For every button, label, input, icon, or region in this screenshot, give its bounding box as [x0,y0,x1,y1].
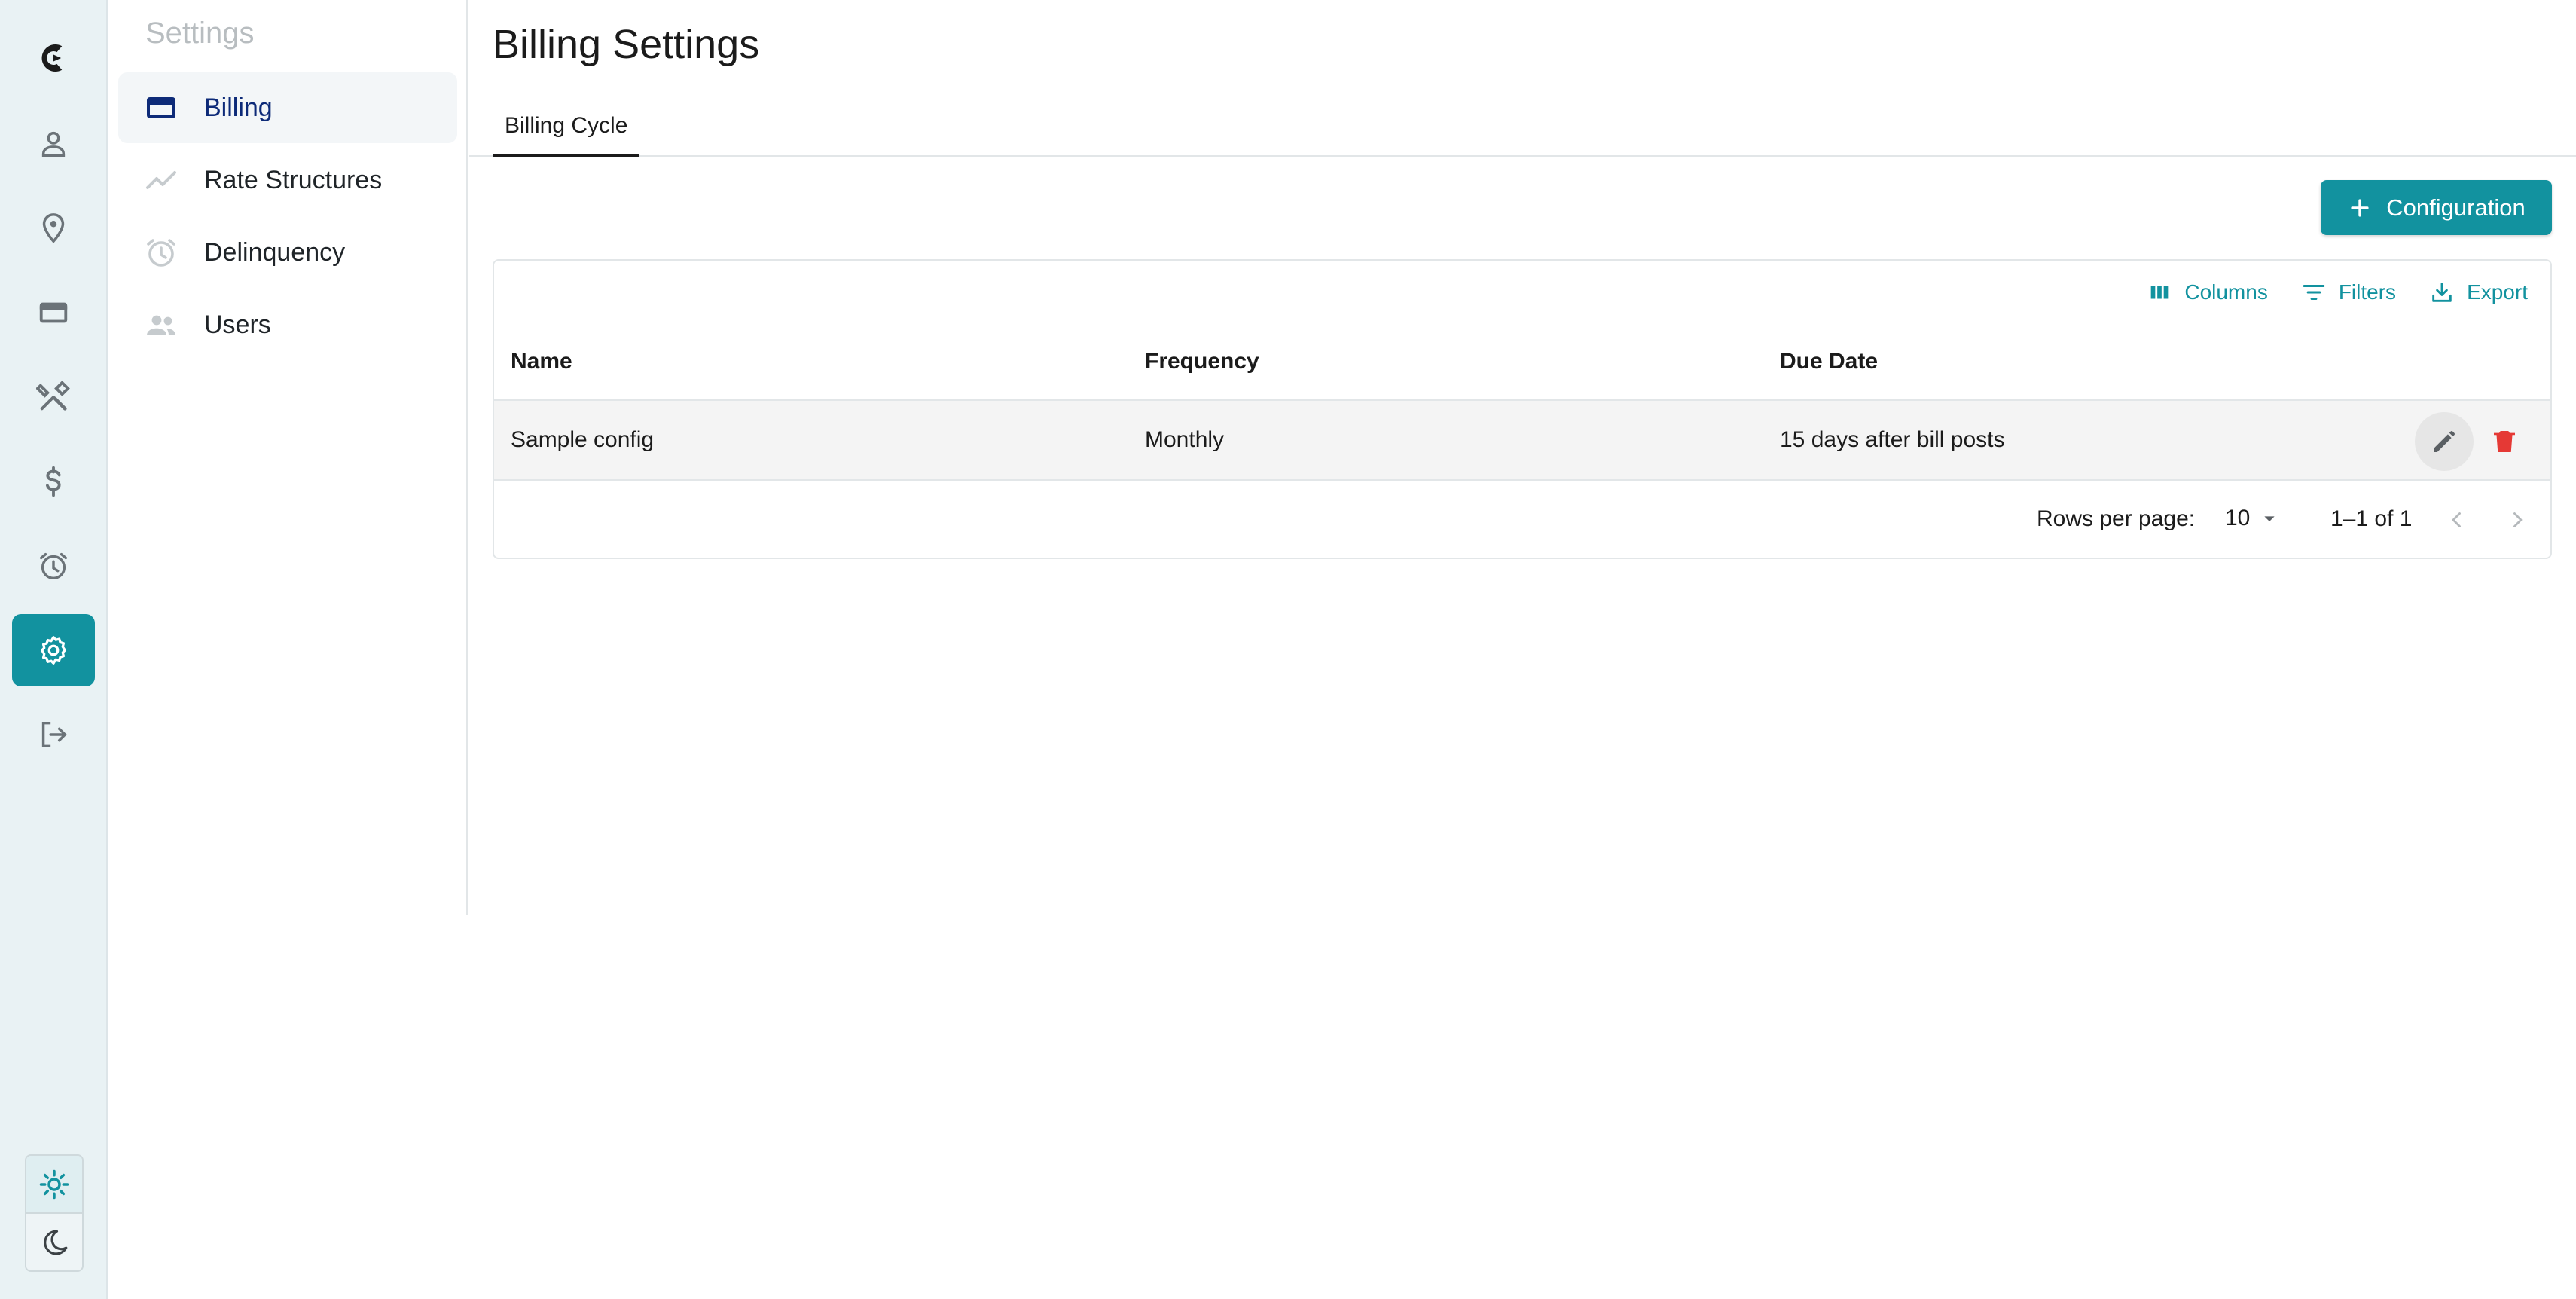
grid-pagination: Rows per page: 10 1–1 of 1 [494,481,2550,559]
logout-icon[interactable] [12,698,95,771]
sidebar-item-rate-structures[interactable]: Rate Structures [118,145,457,215]
filters-button[interactable]: Filters [2301,276,2396,309]
rows-per-page-select[interactable]: 10 [2225,502,2281,535]
pagination-range: 1–1 of 1 [2330,506,2413,531]
logo-icon[interactable] [29,33,78,83]
chevron-right-icon [2513,512,2523,527]
export-button[interactable]: Export [2429,276,2528,309]
trash-icon [2494,431,2515,452]
columns-icon [2151,286,2169,299]
grid-toolbar: Columns Filters Export [2147,276,2528,309]
filter-icon [2303,284,2325,301]
cell-due-date: 15 days after bill posts [1780,427,2005,452]
grid-header-row: Name Frequency Due Date [494,324,2550,401]
plus-icon [2351,198,2369,217]
settings-title: Settings [145,17,255,50]
alarm-icon [143,234,179,270]
people-icon [143,307,179,343]
cell-frequency: Monthly [1145,427,1225,452]
credit-card-icon [143,90,179,126]
billing-cycle-grid: Columns Filters Export Name Frequency Du… [493,259,2552,559]
column-header-frequency[interactable]: Frequency [1145,324,1259,399]
settings-panel: Settings Billing Rate Structures Delinqu… [108,0,468,915]
edit-button[interactable] [2415,412,2474,471]
tab-bar: Billing Cycle [469,98,2576,157]
tab-billing-cycle[interactable]: Billing Cycle [493,98,640,157]
dollar-icon[interactable] [12,445,95,518]
add-configuration-label: Configuration [2386,194,2526,221]
trending-up-icon [143,162,179,198]
tools-icon[interactable] [12,361,95,433]
column-header-name[interactable]: Name [511,324,572,399]
next-page-button[interactable] [2498,500,2537,539]
settings-icon[interactable] [12,614,95,686]
sidebar-item-delinquency[interactable]: Delinquency [118,217,457,288]
sidebar-item-label: Delinquency [204,237,346,267]
columns-button[interactable]: Columns [2147,276,2268,309]
filters-label: Filters [2338,280,2397,304]
dropdown-arrow-icon [2264,516,2275,521]
rows-per-page-value: 10 [2225,506,2251,530]
sidebar-item-label: Rate Structures [204,165,383,194]
nav-rail [0,0,108,1299]
sidebar-item-users[interactable]: Users [118,289,457,360]
theme-toggle [25,1154,84,1272]
credit-card-icon[interactable] [12,277,95,349]
page-title: Billing Settings [493,22,760,67]
table-row[interactable]: Sample config Monthly 15 days after bill… [494,401,2550,481]
moon-icon[interactable] [26,1214,82,1270]
sidebar-item-label: Billing [204,93,273,122]
columns-label: Columns [2184,280,2268,304]
sidebar-item-billing[interactable]: Billing [118,72,457,143]
add-configuration-button[interactable]: Configuration [2321,180,2552,235]
chevron-left-icon [2452,512,2461,527]
delete-button[interactable] [2475,412,2534,471]
person-icon[interactable] [12,108,95,180]
alarm-icon[interactable] [12,530,95,602]
location-icon[interactable] [12,192,95,264]
sidebar-item-label: Users [204,310,271,339]
column-header-due-date[interactable]: Due Date [1780,324,1878,399]
previous-page-button[interactable] [2437,500,2477,539]
rows-per-page-label: Rows per page: [2037,506,2196,531]
download-icon [2432,283,2452,302]
pencil-icon [2434,431,2455,452]
cell-name: Sample config [511,427,655,452]
sun-icon[interactable] [26,1156,82,1214]
export-label: Export [2467,280,2528,304]
